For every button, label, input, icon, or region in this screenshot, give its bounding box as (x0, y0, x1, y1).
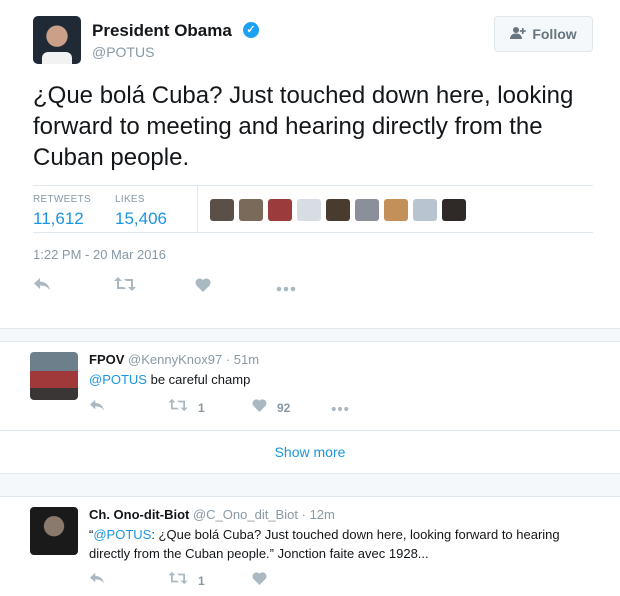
like-button[interactable] (252, 571, 267, 591)
reply-author-handle[interactable]: @C_Ono_dit_Biot (193, 507, 298, 522)
like-button[interactable] (195, 277, 276, 297)
heart-icon (195, 277, 211, 297)
liker-avatar[interactable] (326, 199, 350, 221)
section-divider (0, 328, 620, 342)
reply-text: “@POTUS: ¿Que bolá Cuba? Just touched do… (89, 525, 599, 563)
liker-avatars (210, 199, 466, 221)
reply-button[interactable] (89, 398, 168, 418)
main-tweet: President Obama ✓ @POTUS Follow ¿Que bol… (0, 0, 620, 328)
liker-avatar[interactable] (268, 199, 292, 221)
heart-icon (252, 398, 267, 418)
follow-label: Follow (532, 26, 577, 42)
reply-icon (89, 571, 105, 591)
reply-body: : ¿Que bolá Cuba? Just touched down here… (89, 527, 560, 561)
reply-button[interactable] (89, 571, 168, 591)
retweets-label: RETWEETS (33, 194, 91, 205)
more-button[interactable] (276, 277, 296, 297)
retweet-button[interactable]: 1 (168, 398, 252, 418)
avatar[interactable] (33, 16, 81, 64)
show-more-link[interactable]: Show more (0, 430, 620, 473)
liker-avatar[interactable] (210, 199, 234, 221)
retweets-stat[interactable]: RETWEETS 11,612 (33, 194, 91, 229)
reply-author-handle[interactable]: @KennyKnox97 (128, 352, 222, 367)
tweet-timestamp[interactable]: 1:22 PM - 20 Mar 2016 (33, 247, 166, 262)
mention-link[interactable]: @POTUS (89, 372, 147, 387)
tweet-actions (33, 276, 296, 297)
more-icon (331, 398, 349, 418)
avatar[interactable] (30, 352, 78, 400)
reply-tweet: Ch. Ono-dit-Biot @C_Ono_dit_Biot · 12m “… (0, 497, 620, 596)
verified-badge-icon: ✓ (243, 22, 259, 38)
add-user-icon (510, 26, 527, 42)
stats-divider (197, 186, 198, 232)
liker-avatar[interactable] (384, 199, 408, 221)
reply-author-name[interactable]: Ch. Ono-dit-Biot (89, 507, 189, 522)
mention-link[interactable]: @POTUS (93, 527, 151, 542)
like-count: 92 (277, 401, 291, 415)
retweet-icon (168, 571, 188, 591)
liker-avatar[interactable] (239, 199, 263, 221)
reply-tweet: FPOV @KennyKnox97 · 51m @POTUS be carefu… (0, 342, 620, 430)
liker-avatar[interactable] (297, 199, 321, 221)
liker-avatar[interactable] (355, 199, 379, 221)
reply-text: @POTUS be careful champ (89, 370, 599, 389)
author-handle[interactable]: @POTUS (92, 44, 154, 60)
reply-actions: 1 92 (89, 398, 349, 418)
more-button[interactable] (331, 398, 349, 418)
retweet-count: 1 (198, 574, 205, 588)
tweet-stats: RETWEETS 11,612 LIKES 15,406 (33, 185, 593, 233)
reply-header: FPOV @KennyKnox97 · 51m (89, 352, 260, 367)
like-button[interactable]: 92 (252, 398, 331, 418)
author-name[interactable]: President Obama (92, 21, 232, 41)
retweet-count: 1 (198, 401, 205, 415)
avatar[interactable] (30, 507, 78, 555)
retweet-button[interactable] (114, 276, 195, 297)
likes-count: 15,406 (115, 209, 167, 228)
heart-icon (252, 571, 267, 591)
section-divider (0, 473, 620, 497)
likes-label: LIKES (115, 194, 145, 205)
reply-time[interactable]: 51m (234, 352, 259, 367)
reply-time[interactable]: 12m (310, 507, 335, 522)
reply-icon (33, 276, 51, 297)
liker-avatar[interactable] (442, 199, 466, 221)
liker-avatar[interactable] (413, 199, 437, 221)
reply-header: Ch. Ono-dit-Biot @C_Ono_dit_Biot · 12m (89, 507, 335, 522)
reply-body: be careful champ (146, 372, 251, 387)
reply-author-name[interactable]: FPOV (89, 352, 124, 367)
reply-icon (89, 398, 105, 418)
retweet-icon (114, 276, 136, 297)
follow-button[interactable]: Follow (494, 16, 593, 52)
retweets-count: 11,612 (33, 209, 84, 228)
retweet-icon (168, 398, 188, 418)
more-icon (276, 277, 296, 297)
tweet-text: ¿Que bolá Cuba? Just touched down here, … (33, 82, 574, 171)
likes-stat[interactable]: LIKES 15,406 (115, 194, 167, 229)
reply-button[interactable] (33, 276, 114, 297)
reply-actions: 1 (89, 571, 267, 591)
retweet-button[interactable]: 1 (168, 571, 252, 591)
